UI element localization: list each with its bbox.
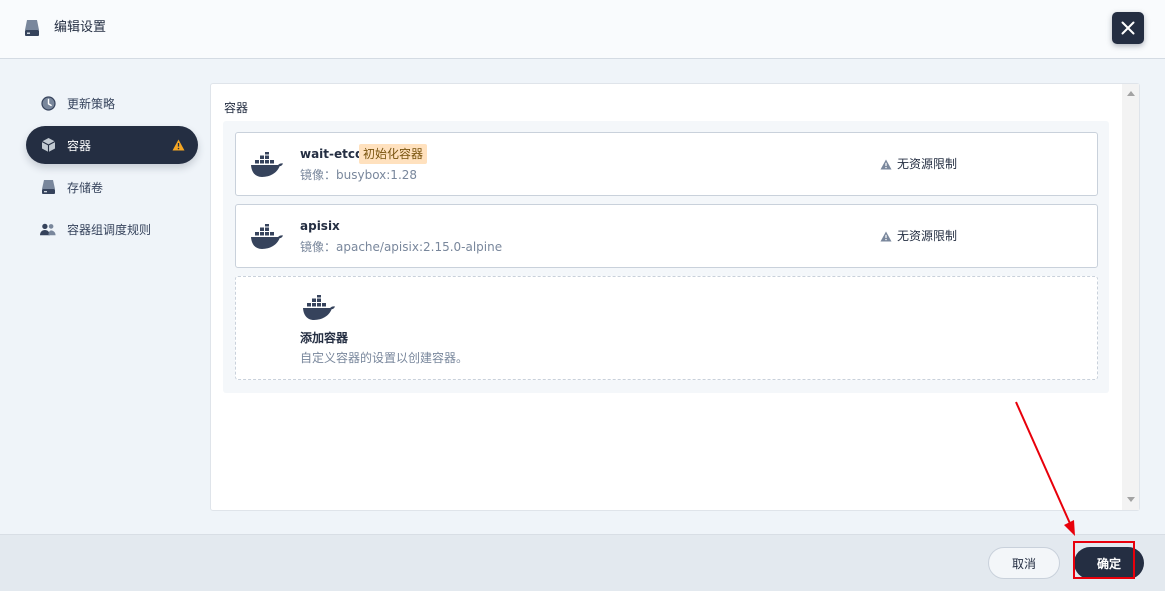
warning-icon [172, 139, 185, 151]
panel-scrollbar[interactable] [1122, 84, 1139, 510]
docker-icon [251, 224, 283, 249]
container-name: apisix [300, 219, 340, 233]
init-container-badge: 初始化容器 [359, 144, 428, 164]
sidebar-item-label: 容器组调度规则 [67, 222, 152, 237]
panel-title: 容器 [224, 101, 249, 115]
container-image: 镜像：busybox:1.28 [300, 168, 418, 182]
cancel-button[interactable]: 取消 [988, 547, 1060, 579]
add-container-description: 自定义容器的设置以创建容器。 [300, 351, 469, 365]
sidebar-item-scheduling-rules[interactable]: 容器组调度规则 [26, 210, 198, 248]
add-container-button[interactable]: 添加容器 自定义容器的设置以创建容器。 [235, 276, 1098, 380]
sidebar-item-label: 更新策略 [67, 96, 116, 111]
resource-limit-text: 无资源限制 [897, 229, 958, 243]
scroll-up-arrow[interactable] [1127, 91, 1135, 96]
dialog-footer: 取消 确定 [0, 534, 1165, 591]
disk-icon [25, 20, 39, 36]
dialog-body: 更新策略 容器 存储卷 容器组调度规则 容器 wait-etcd 初始化容器 镜… [0, 60, 1165, 534]
scroll-down-arrow[interactable] [1127, 497, 1135, 502]
dialog-header: 编辑设置 [0, 0, 1165, 59]
sidebar: 更新策略 容器 存储卷 容器组调度规则 [26, 84, 198, 252]
resource-limit: 无资源限制 [880, 156, 957, 172]
dialog-title: 编辑设置 [54, 20, 107, 35]
container-name: wait-etcd [300, 147, 364, 161]
users-icon [40, 221, 56, 237]
confirm-button[interactable]: 确定 [1074, 547, 1144, 579]
volume-icon [40, 179, 56, 195]
sidebar-item-volumes[interactable]: 存储卷 [26, 168, 198, 206]
cube-icon [40, 137, 56, 153]
warning-icon [880, 231, 892, 241]
container-card-wait-etcd[interactable]: wait-etcd 初始化容器 镜像：busybox:1.28 无资源限制 [235, 132, 1098, 196]
resource-limit-text: 无资源限制 [897, 157, 958, 171]
add-container-title: 添加容器 [300, 331, 349, 345]
docker-icon [251, 152, 283, 177]
resource-limit: 无资源限制 [880, 228, 957, 244]
clock-icon [40, 95, 56, 111]
docker-icon [303, 295, 335, 320]
sidebar-item-update-strategy[interactable]: 更新策略 [26, 84, 198, 122]
close-button[interactable] [1112, 12, 1144, 44]
container-image: 镜像：apache/apisix:2.15.0-alpine [300, 240, 503, 254]
container-card-apisix[interactable]: apisix 镜像：apache/apisix:2.15.0-alpine 无资… [235, 204, 1098, 268]
containers-panel: 容器 wait-etcd 初始化容器 镜像：busybox:1.28 无资源限制… [210, 83, 1140, 511]
sidebar-item-label: 存储卷 [67, 180, 104, 195]
close-icon [1121, 21, 1135, 35]
sidebar-item-containers[interactable]: 容器 [26, 126, 198, 164]
warning-icon [880, 159, 892, 169]
sidebar-item-label: 容器 [67, 138, 92, 153]
